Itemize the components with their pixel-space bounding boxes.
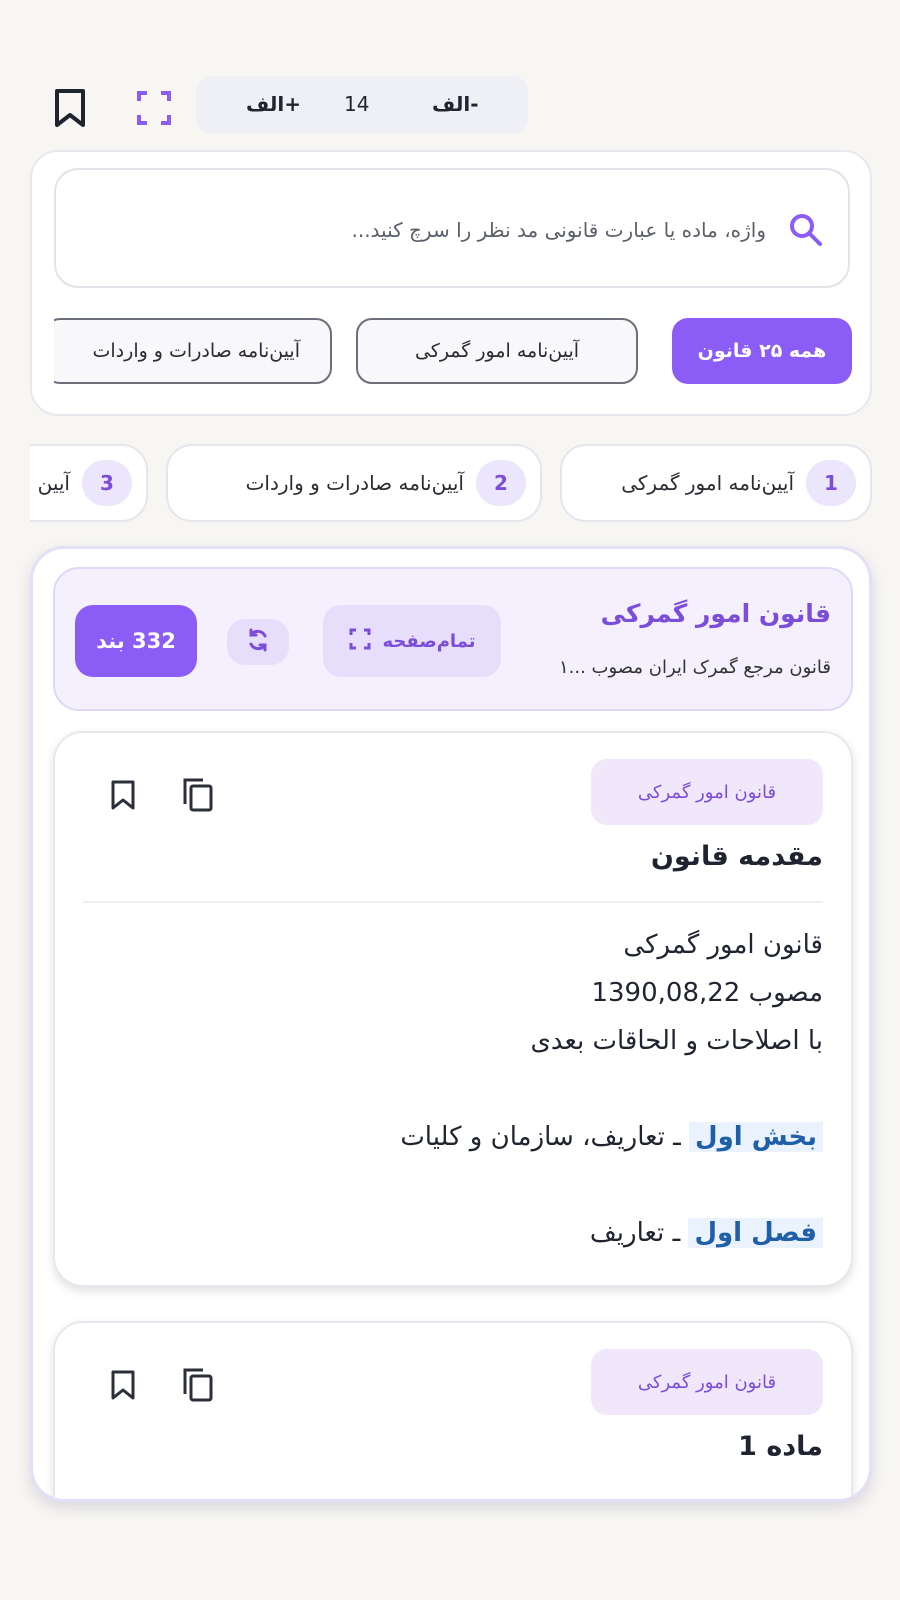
refresh-icon	[245, 627, 271, 657]
result-tab-2[interactable]: 2 آیین‌نامه صادرات و واردات	[166, 444, 542, 522]
tab-label: آیین‌نامه امور گمرکی	[621, 471, 794, 495]
body-line: قانون امور گمرکی	[623, 930, 823, 960]
body-line: با اصلاحات و الحاقات بعدی	[530, 1026, 823, 1056]
article-card: قانون امور گمرکی ماده 1	[53, 1321, 853, 1499]
section-line: بخش اول ـ تعاریف، سازمان و کلیات	[103, 1113, 823, 1161]
law-subtitle: قانون مرجع گمرک ایران مصوب ...۱	[558, 657, 831, 678]
refresh-button[interactable]	[227, 619, 289, 665]
search-card: همه ۲۵ قانون آیین‌نامه امور گمرکی آیین‌ن…	[30, 150, 872, 416]
font-decrease-button[interactable]: الف-	[432, 92, 479, 116]
tab-number: 1	[806, 460, 856, 506]
tab-number: 2	[476, 460, 526, 506]
fullpage-label: تمام‌صفحه	[382, 630, 476, 652]
result-tab-1[interactable]: 1 آیین‌نامه امور گمرکی	[560, 444, 872, 522]
tab-label: آیین	[37, 471, 70, 495]
copy-icon[interactable]	[181, 1367, 215, 1403]
chapter-highlight: فصل اول	[688, 1218, 823, 1248]
chapter-text: ـ تعاریف	[589, 1218, 689, 1248]
article-body: قانون امور گمرکی مصوب 1390,08,22 با اصلا…	[103, 921, 823, 1257]
filter-chip-all[interactable]: همه ۲۵ قانون	[672, 318, 852, 384]
divider	[83, 901, 823, 903]
bookmark-icon[interactable]	[109, 779, 137, 811]
bookmark-icon[interactable]	[52, 88, 88, 128]
section-text: ـ تعاریف، سازمان و کلیات	[400, 1122, 690, 1152]
font-size-value: 14	[344, 92, 370, 116]
law-badge: قانون امور گمرکی	[591, 1349, 823, 1415]
law-header: قانون امور گمرکی قانون مرجع گمرک ایران م…	[53, 567, 853, 711]
tab-label: آیین‌نامه صادرات و واردات	[245, 471, 464, 495]
filter-chip-export-import[interactable]: آیین‌نامه صادرات و واردات	[54, 318, 332, 384]
section-highlight: بخش اول	[689, 1122, 823, 1152]
chapter-line: فصل اول ـ تعاریف	[103, 1209, 823, 1257]
bookmark-icon[interactable]	[109, 1369, 137, 1401]
article-card: قانون امور گمرکی مقدمه قانون قانون امور …	[53, 731, 853, 1287]
fullscreen-icon[interactable]	[136, 90, 172, 126]
filter-chip-customs[interactable]: آیین‌نامه امور گمرکی	[356, 318, 638, 384]
fullpage-button[interactable]: تمام‌صفحه	[323, 605, 501, 677]
body-line: مصوب 1390,08,22	[591, 978, 823, 1008]
law-panel: قانون امور گمرکی قانون مرجع گمرک ایران م…	[30, 546, 872, 1502]
article-title: مقدمه قانون	[650, 841, 823, 872]
law-badge: قانون امور گمرکی	[591, 759, 823, 825]
search-icon[interactable]	[786, 210, 826, 250]
tab-number: 3	[82, 460, 132, 506]
law-title: قانون امور گمرکی	[600, 599, 831, 628]
result-tab-3[interactable]: 3 آیین	[30, 444, 148, 522]
article-title: ماده 1	[738, 1431, 823, 1462]
fullscreen-icon	[349, 628, 371, 655]
search-input[interactable]	[86, 208, 766, 252]
filter-chips: همه ۲۵ قانون آیین‌نامه امور گمرکی آیین‌ن…	[54, 318, 852, 388]
result-tabs: 1 آیین‌نامه امور گمرکی 2 آیین‌نامه صادرا…	[30, 444, 872, 524]
font-size-control: الف+ 14 الف-	[196, 76, 528, 134]
copy-icon[interactable]	[181, 777, 215, 813]
article-count-button[interactable]: 332 بند	[75, 605, 197, 677]
font-increase-button[interactable]: الف+	[246, 92, 301, 116]
search-box	[54, 168, 850, 288]
